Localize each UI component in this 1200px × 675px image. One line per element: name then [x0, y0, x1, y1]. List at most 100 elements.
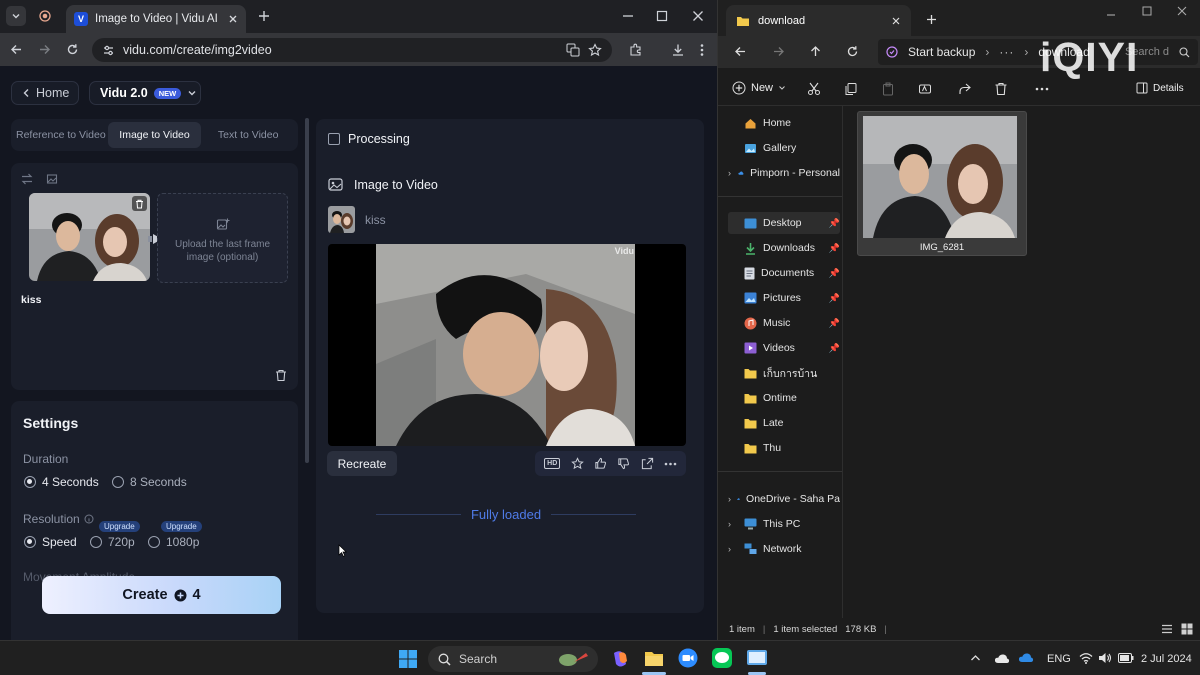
details-button[interactable]: Details	[1136, 82, 1184, 94]
thumbs-up-icon[interactable]	[594, 457, 607, 470]
cut-icon[interactable]	[807, 82, 821, 96]
nav-onedrive-personal[interactable]: › Pimporn - Personal	[728, 162, 840, 184]
favorite-star-icon[interactable]	[570, 457, 584, 470]
search-icon[interactable]	[1179, 46, 1190, 58]
close-icon[interactable]	[891, 16, 901, 26]
recreate-button[interactable]: Recreate	[327, 451, 397, 476]
tab-text-to-video[interactable]: Text to Video	[201, 122, 295, 148]
plus-icon[interactable]	[926, 14, 937, 25]
chevron-up-icon[interactable]	[970, 653, 981, 663]
info-icon[interactable]	[84, 514, 94, 524]
prompt-text[interactable]: kiss	[21, 294, 41, 306]
downloads-button[interactable]	[668, 40, 688, 60]
battery-icon[interactable]	[1118, 653, 1134, 663]
address-bar[interactable]: vidu.com/create/img2video	[92, 38, 612, 62]
swap-icon[interactable]	[21, 173, 33, 185]
left-panel-scrollbar[interactable]	[305, 118, 309, 463]
nav-downloads[interactable]: Downloads 📌	[728, 237, 840, 259]
onedrive-sync-icon[interactable]	[1018, 652, 1034, 665]
resolution-1080p-option[interactable]: 1080p	[148, 535, 199, 549]
nav-gallery[interactable]: Gallery	[728, 137, 840, 159]
arrow-up-icon[interactable]	[809, 45, 822, 58]
arrow-left-icon[interactable]	[734, 45, 747, 58]
share-icon[interactable]	[957, 82, 971, 96]
translate-icon[interactable]	[566, 43, 580, 57]
tab-reference-to-video[interactable]: Reference to Video	[14, 122, 108, 148]
close-icon[interactable]	[1177, 6, 1187, 16]
close-window-button[interactable]	[688, 6, 708, 26]
reload-button[interactable]	[62, 39, 82, 59]
resolution-720p-option[interactable]: 720p	[90, 535, 135, 549]
arrow-right-icon[interactable]	[772, 45, 785, 58]
uploaded-image-thumbnail[interactable]	[29, 193, 150, 281]
breadcrumb[interactable]: Start backup › ··· › download Search d	[878, 39, 1198, 65]
nav-videos[interactable]: Videos 📌	[728, 337, 840, 359]
browser-tab-active[interactable]: V Image to Video | Vidu AI	[66, 5, 246, 33]
nav-folder-late[interactable]: Late	[728, 412, 840, 434]
zoom-app-icon[interactable]	[678, 648, 698, 668]
extensions-button[interactable]	[626, 40, 646, 60]
nav-documents[interactable]: Documents 📌	[728, 262, 840, 284]
home-button[interactable]: Home	[11, 81, 79, 105]
wifi-icon[interactable]	[1079, 652, 1093, 664]
trash-icon[interactable]	[994, 82, 1008, 96]
volume-icon[interactable]	[1098, 652, 1112, 664]
taskbar-date[interactable]: 2 Jul 2024	[1141, 653, 1192, 665]
file-explorer-taskbar-icon[interactable]	[644, 649, 664, 667]
nav-this-pc[interactable]: › This PC	[728, 513, 840, 535]
nav-folder-thu[interactable]: Thu	[728, 437, 840, 459]
copy-icon[interactable]	[844, 82, 858, 96]
tab-search-button[interactable]	[6, 6, 26, 26]
onedrive-cloud-icon[interactable]	[994, 653, 1010, 664]
rename-icon[interactable]	[918, 82, 932, 96]
thumbs-down-icon[interactable]	[617, 457, 630, 470]
maximize-icon[interactable]	[1142, 6, 1152, 16]
delete-image-button[interactable]	[132, 196, 147, 211]
share-icon[interactable]	[641, 457, 654, 470]
bookmark-star-icon[interactable]	[588, 43, 602, 57]
minimize-icon[interactable]	[1106, 10, 1116, 20]
processing-row[interactable]: Processing	[328, 132, 410, 146]
duration-8s-option[interactable]: 8 Seconds	[112, 475, 187, 489]
explorer-tab-download[interactable]: download	[726, 5, 911, 36]
model-selector[interactable]: Vidu 2.0 NEW	[89, 81, 201, 105]
file-item-img-6281[interactable]: IMG_6281	[857, 111, 1027, 256]
more-horizontal-icon[interactable]: ···	[999, 45, 1014, 59]
nav-pictures[interactable]: Pictures 📌	[728, 287, 840, 309]
trash-icon[interactable]	[275, 369, 287, 382]
windows-start-icon[interactable]	[398, 649, 418, 669]
image-crop-icon[interactable]	[46, 173, 58, 185]
create-button[interactable]: Create 4	[42, 576, 281, 614]
resolution-speed-option[interactable]: Speed	[24, 535, 77, 549]
taskbar-search[interactable]: Search	[428, 646, 598, 672]
site-settings-icon[interactable]	[102, 44, 115, 57]
nav-onedrive-work[interactable]: › OneDrive - Saha Pa	[728, 488, 840, 510]
minimize-button[interactable]	[618, 6, 638, 26]
list-view-icon[interactable]	[1161, 623, 1173, 635]
input-language[interactable]: ENG	[1047, 653, 1071, 665]
nav-network[interactable]: › Network	[728, 538, 840, 560]
nav-folder-homework[interactable]: เก็บการบ้าน	[728, 362, 840, 384]
forward-button[interactable]	[34, 39, 54, 59]
copilot-icon[interactable]	[610, 649, 630, 669]
generated-video-player[interactable]: Vidu	[328, 244, 686, 446]
more-horizontal-icon[interactable]	[1035, 87, 1049, 91]
upload-last-frame-dropzone[interactable]: Upload the last frame image (optional)	[157, 193, 288, 283]
close-icon[interactable]	[228, 14, 238, 24]
new-tab-button[interactable]	[254, 6, 274, 26]
maximize-button[interactable]	[652, 6, 672, 26]
paste-icon[interactable]	[881, 82, 895, 96]
screen-capture-app-icon[interactable]	[746, 648, 768, 668]
upgrade-badge-720p[interactable]: Upgrade	[99, 521, 140, 532]
nav-folder-ontime[interactable]: Ontime	[728, 387, 840, 409]
hd-upscale-icon[interactable]: HD	[544, 458, 561, 469]
refresh-icon[interactable]	[846, 45, 859, 58]
nav-music[interactable]: Music 📌	[728, 312, 840, 334]
duration-4s-option[interactable]: 4 Seconds	[24, 475, 99, 489]
processing-checkbox[interactable]	[328, 133, 340, 145]
new-button[interactable]: New	[732, 81, 786, 95]
nav-desktop[interactable]: Desktop 📌	[728, 212, 840, 234]
browser-menu-button[interactable]	[692, 40, 712, 60]
nav-home[interactable]: Home	[728, 112, 840, 134]
start-backup-link[interactable]: Start backup	[908, 45, 975, 59]
